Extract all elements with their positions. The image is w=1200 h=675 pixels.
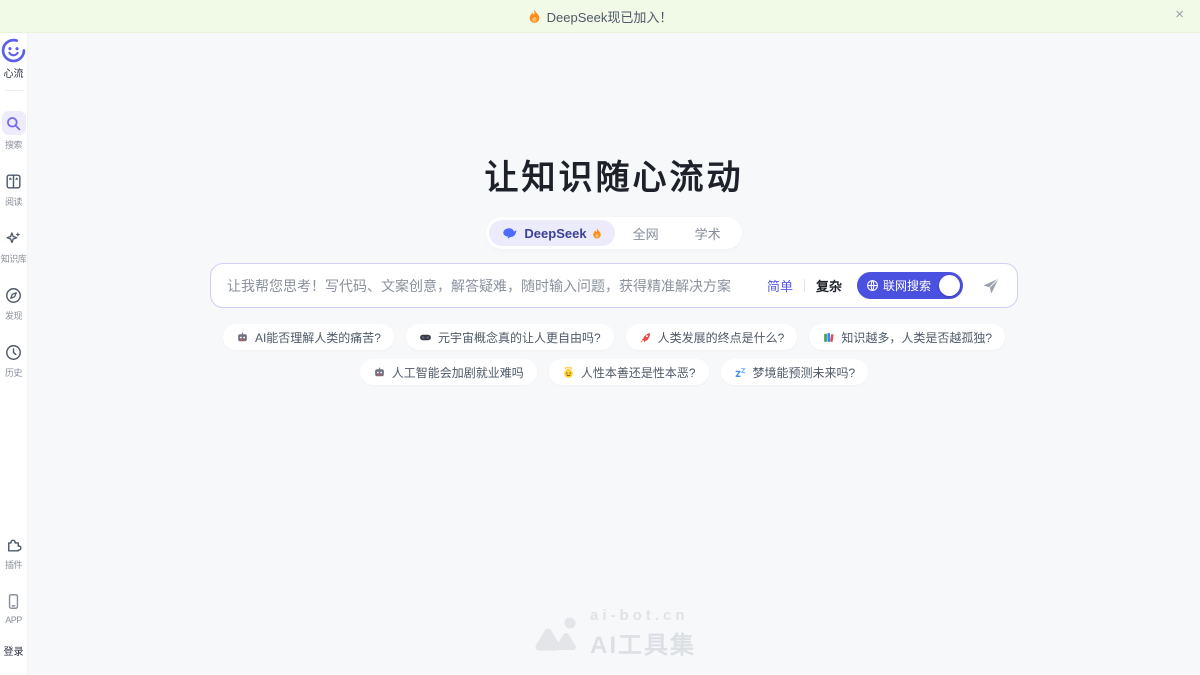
sparkles-icon xyxy=(3,228,24,249)
sidebar-item-discover[interactable]: 发现 xyxy=(3,285,24,322)
flame-icon xyxy=(528,9,541,24)
page-title: 让知识随心流动 xyxy=(485,150,744,199)
flame-icon xyxy=(592,227,602,240)
compass-icon xyxy=(3,285,24,306)
toggle-knob xyxy=(939,275,960,296)
chip-label: AI能否理解人类的痛苦? xyxy=(255,329,381,346)
sidebar-item-label: 搜索 xyxy=(5,138,22,151)
book-icon xyxy=(3,171,24,192)
ai-bot-logo-icon xyxy=(532,615,580,653)
suggestion-chip[interactable]: 人工智能会加剧就业难吗 xyxy=(360,359,537,385)
search-input[interactable] xyxy=(227,278,767,294)
sidebar-item-plugins[interactable]: 插件 xyxy=(3,534,24,571)
whale-icon xyxy=(502,227,519,239)
banner-text: DeepSeek现已加入！ xyxy=(547,7,673,26)
tab-label: 全网 xyxy=(633,224,659,243)
zzz-emoji-icon xyxy=(734,366,747,379)
books-emoji-icon xyxy=(822,331,835,344)
sidebar-item-history[interactable]: 历史 xyxy=(3,342,24,379)
mode-simple-button[interactable]: 简单 xyxy=(767,276,793,295)
main-content: 让知识随心流动 DeepSeek 全网 学 xyxy=(28,33,1200,674)
announcement-banner: DeepSeek现已加入！ × xyxy=(0,0,1200,33)
suggestion-chips-row-1: AI能否理解人类的痛苦? 元宇宙概念真的让人更自由吗? 人类发展的终点是什么? … xyxy=(223,324,1005,350)
tab-label: 学术 xyxy=(695,224,721,243)
robot-emoji-icon xyxy=(373,366,386,379)
sidebar-item-label: APP xyxy=(5,615,22,625)
sidebar-bottom-group: 插件 APP 登录 xyxy=(3,534,24,658)
web-search-label: 联网搜索 xyxy=(883,277,931,294)
globe-icon xyxy=(866,279,879,292)
suggestion-chips-row-2: 人工智能会加剧就业难吗 人性本善还是性本恶? 梦境能预测未来吗? xyxy=(360,359,868,385)
app-logo-label: 心流 xyxy=(4,65,24,80)
angel-face-emoji-icon xyxy=(562,366,575,379)
sidebar-item-reading[interactable]: 阅读 xyxy=(3,171,24,208)
suggestion-chip[interactable]: 人性本善还是性本恶? xyxy=(549,359,709,385)
vr-goggles-emoji-icon xyxy=(419,331,432,344)
app-logo[interactable]: 心流 xyxy=(1,38,26,80)
suggestion-chip[interactable]: AI能否理解人类的痛苦? xyxy=(223,324,394,350)
login-button[interactable]: 登录 xyxy=(4,643,24,658)
page: DeepSeek现已加入！ × 心流 搜索 xyxy=(0,0,1200,675)
search-scope-tabs: DeepSeek 全网 学术 xyxy=(486,217,741,249)
sidebar: 心流 搜索 阅读 知识库 xyxy=(0,33,28,674)
chip-label: 梦境能预测未来吗? xyxy=(753,364,856,381)
sidebar-item-label: 插件 xyxy=(5,558,22,571)
search-bar: 简单 复杂 联网搜索 xyxy=(210,263,1018,308)
suggestion-chip[interactable]: 人类发展的终点是什么? xyxy=(626,324,798,350)
suggestion-chip[interactable]: 梦境能预测未来吗? xyxy=(721,359,869,385)
puzzle-icon xyxy=(3,534,24,555)
mode-divider xyxy=(804,279,805,292)
tab-whole-web[interactable]: 全网 xyxy=(615,220,677,246)
sidebar-divider xyxy=(5,90,23,91)
chip-label: 人类发展的终点是什么? xyxy=(658,329,785,346)
chip-label: 人性本善还是性本恶? xyxy=(581,364,696,381)
robot-emoji-icon xyxy=(236,331,249,344)
chip-label: 人工智能会加剧就业难吗 xyxy=(392,364,524,381)
close-icon[interactable]: × xyxy=(1175,7,1184,22)
paper-plane-icon xyxy=(981,276,1001,296)
xinliu-logo-icon xyxy=(1,38,26,63)
search-icon xyxy=(2,111,26,135)
sidebar-item-app[interactable]: APP xyxy=(3,591,24,625)
sidebar-item-label: 阅读 xyxy=(5,195,22,208)
phone-icon xyxy=(3,591,24,612)
suggestion-chip[interactable]: 知识越多，人类是否越孤独? xyxy=(809,324,1005,350)
sidebar-item-search[interactable]: 搜索 xyxy=(2,111,26,151)
suggestion-chip[interactable]: 元宇宙概念真的让人更自由吗? xyxy=(406,324,614,350)
chip-label: 知识越多，人类是否越孤独? xyxy=(841,329,992,346)
tab-deepseek[interactable]: DeepSeek xyxy=(489,220,614,246)
sidebar-item-label: 历史 xyxy=(5,366,22,379)
sidebar-item-label: 发现 xyxy=(5,309,22,322)
watermark-title: AI工具集 xyxy=(590,625,696,660)
send-button[interactable] xyxy=(977,272,1005,300)
mode-complex-button[interactable]: 复杂 xyxy=(816,276,842,295)
rocket-emoji-icon xyxy=(639,331,652,344)
sidebar-item-label: 知识库 xyxy=(1,252,27,265)
clock-icon xyxy=(3,342,24,363)
watermark-domain: ai-bot.cn xyxy=(590,607,696,624)
tab-label: DeepSeek xyxy=(524,226,586,241)
tab-academic[interactable]: 学术 xyxy=(677,220,739,246)
web-search-toggle[interactable]: 联网搜索 xyxy=(857,272,963,299)
sidebar-item-knowledge-base[interactable]: 知识库 xyxy=(1,228,27,265)
chip-label: 元宇宙概念真的让人更自由吗? xyxy=(438,329,601,346)
watermark: ai-bot.cn AI工具集 xyxy=(532,607,696,660)
